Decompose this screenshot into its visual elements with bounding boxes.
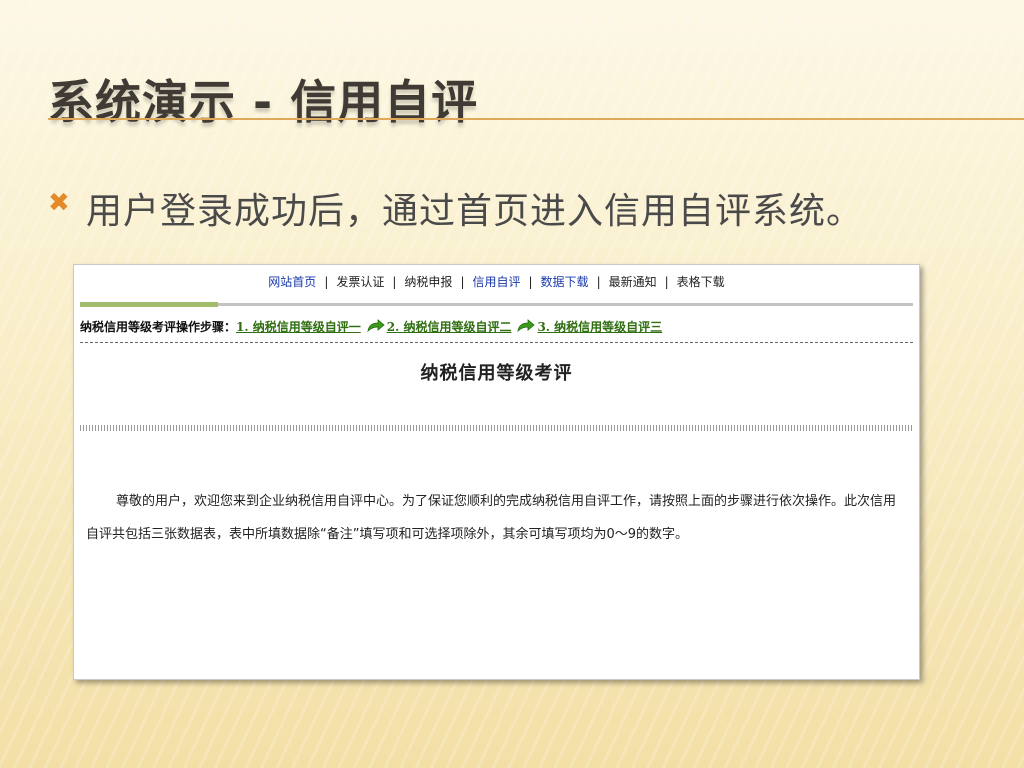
slide-title: 系统演示 - 信用自评 (48, 75, 479, 129)
top-nav: 网站首页 | 发票认证 | 纳税申报 | 信用自评 | 数据下载 | 最新通知 | 表格下载 (74, 273, 919, 290)
nav-data-download-link[interactable]: 数据下载 (533, 273, 597, 290)
green-arrow-icon (367, 319, 385, 332)
steps-bar: 纳税信用等级考评操作步骤：1. 纳税信用等级自评一 2. 纳税信用等级自评二 3. … (80, 318, 662, 335)
step-2-link[interactable]: 2. 纳税信用等级自评二 (387, 320, 512, 334)
step-3-link[interactable]: 3. 纳税信用等级自评三 (537, 320, 662, 334)
hatched-divider (80, 425, 913, 431)
nav-invoice-link[interactable]: 发票认证 (328, 273, 392, 290)
nav-latest-notice-link[interactable]: 最新通知 (601, 273, 665, 290)
form-title: 纳税信用等级考评 (420, 363, 573, 384)
nav-home-link[interactable]: 网站首页 (260, 273, 324, 290)
steps-prefix: 纳税信用等级考评操作步骤： (80, 320, 237, 334)
nav-form-download-link[interactable]: 表格下载 (669, 273, 733, 290)
welcome-text: 尊敬的用户，欢迎您来到企业纳税信用自评中心。为了保证您顺利的完成纳税信用自评工作… (86, 494, 897, 542)
nav-tax-filing-link[interactable]: 纳税申报 (396, 273, 460, 290)
bullet-text: 用户登录成功后，通过首页进入信用自评系统。 (86, 191, 864, 232)
progress-band (80, 302, 218, 307)
step-1-link[interactable]: 1. 纳税信用等级自评一 (236, 320, 361, 334)
x-mark-icon: ✖ (48, 188, 70, 218)
title-divider (48, 118, 1024, 120)
green-arrow-icon (517, 319, 536, 332)
nav-credit-self-eval-link[interactable]: 信用自评 (464, 273, 528, 290)
embedded-screenshot: 网站首页 | 发票认证 | 纳税申报 | 信用自评 | 数据下载 | 最新通知 | 表格下载 纳税信用等… (73, 264, 920, 680)
dashed-divider (80, 342, 913, 343)
